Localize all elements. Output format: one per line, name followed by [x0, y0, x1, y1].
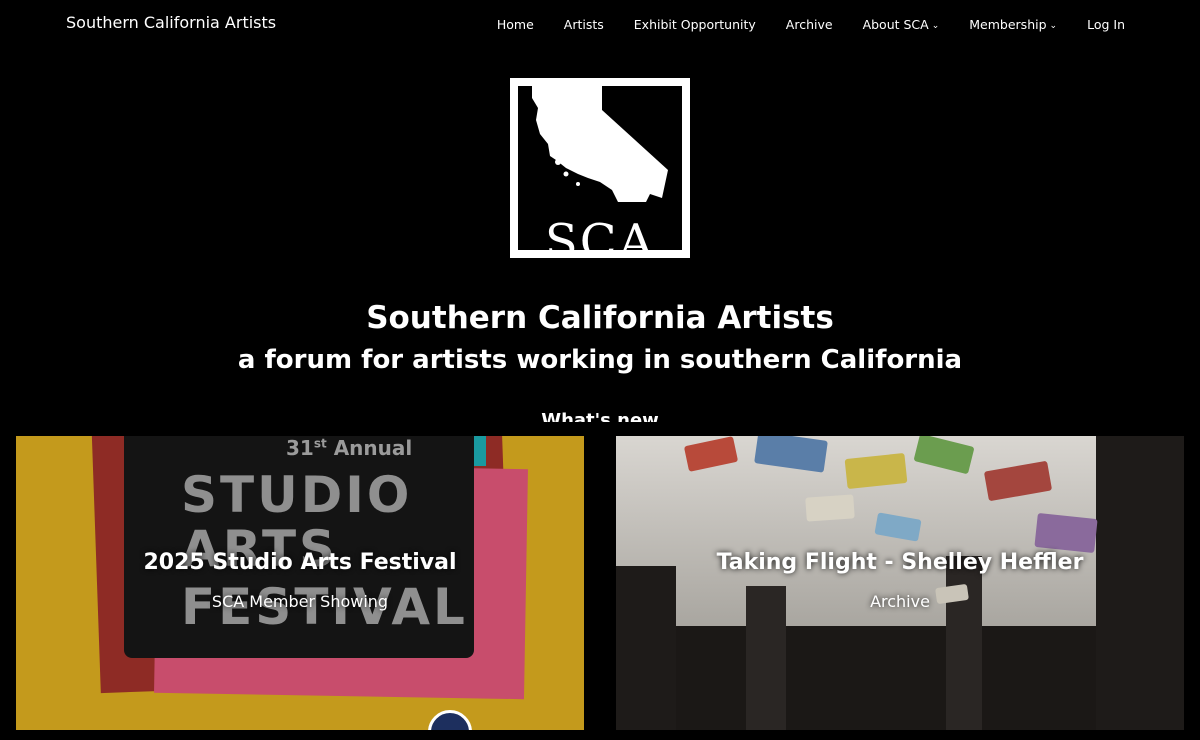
- main-nav: Home Artists Exhibit Opportunity Archive…: [497, 17, 1125, 32]
- nav-exhibit-opportunity[interactable]: Exhibit Opportunity: [634, 17, 756, 32]
- nav-about-sca[interactable]: About SCA ⌄: [863, 17, 940, 32]
- card-overlay: Taking Flight - Shelley Heffler Archive: [616, 436, 1184, 730]
- logo-text: SCA: [544, 214, 656, 250]
- site-header: Southern California Artists Home Artists…: [0, 0, 1200, 50]
- card-category[interactable]: SCA Member Showing: [16, 592, 584, 611]
- nav-exhibit-opportunity-label: Exhibit Opportunity: [633, 17, 756, 32]
- nav-about-sca-label: About SCA: [862, 17, 929, 32]
- page-title: Southern California Artists: [366, 300, 834, 336]
- page-subtitle: a forum for artists working in southern …: [237, 345, 963, 375]
- chevron-down-icon: ⌄: [1049, 21, 1058, 31]
- logo-inner: SCA: [518, 86, 682, 250]
- card-title[interactable]: 2025 Studio Arts Festival: [16, 550, 584, 575]
- nav-artists[interactable]: Artists: [564, 17, 604, 32]
- card-category[interactable]: Archive: [616, 592, 1184, 611]
- post-card-taking-flight[interactable]: Taking Flight - Shelley Heffler Archive: [616, 436, 1184, 730]
- chevron-down-icon: ⌄: [931, 21, 940, 31]
- post-card-studio-arts-festival[interactable]: 31st Annual STUDIO ARTS FESTIVAL 2025 St…: [16, 436, 584, 730]
- card-overlay: 2025 Studio Arts Festival SCA Member Sho…: [16, 436, 584, 730]
- site-name-link[interactable]: Southern California Artists: [66, 13, 276, 32]
- nav-log-in-label: Log In: [1087, 17, 1125, 32]
- card-title[interactable]: Taking Flight - Shelley Heffler: [616, 550, 1184, 575]
- nav-artists-label: Artists: [563, 17, 604, 32]
- nav-log-in[interactable]: Log In: [1087, 17, 1125, 32]
- nav-archive[interactable]: Archive: [786, 17, 833, 32]
- section-heading-whats-new: What's new: [541, 410, 659, 422]
- nav-membership-label: Membership: [969, 17, 1047, 32]
- sca-logo[interactable]: SCA: [510, 78, 690, 258]
- nav-home[interactable]: Home: [497, 17, 534, 32]
- nav-home-label: Home: [496, 17, 534, 32]
- nav-membership[interactable]: Membership ⌄: [969, 17, 1057, 32]
- nav-archive-label: Archive: [785, 17, 833, 32]
